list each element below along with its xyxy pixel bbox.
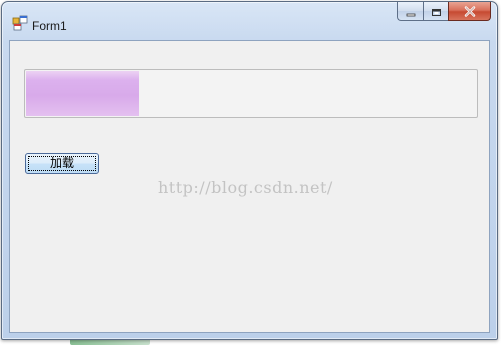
restore-icon <box>431 2 442 21</box>
watermark-text: http://blog.csdn.net/ <box>158 178 333 197</box>
progress-bar-fill <box>26 71 139 116</box>
close-icon <box>464 2 476 21</box>
window-title: Form1 <box>32 19 67 33</box>
caption-buttons <box>397 2 491 22</box>
close-button[interactable] <box>448 2 491 21</box>
minimize-icon <box>406 2 416 21</box>
title-bar[interactable]: Form1 <box>2 2 497 38</box>
restore-button[interactable] <box>423 2 448 21</box>
form-client-area: 加载 http://blog.csdn.net/ <box>9 40 490 333</box>
form-window: Form1 加载 http://blog.csdn.net/ <box>1 1 498 340</box>
load-button[interactable]: 加载 <box>25 153 99 174</box>
progress-bar <box>24 69 478 118</box>
app-icon <box>12 15 28 31</box>
minimize-button[interactable] <box>397 2 423 21</box>
